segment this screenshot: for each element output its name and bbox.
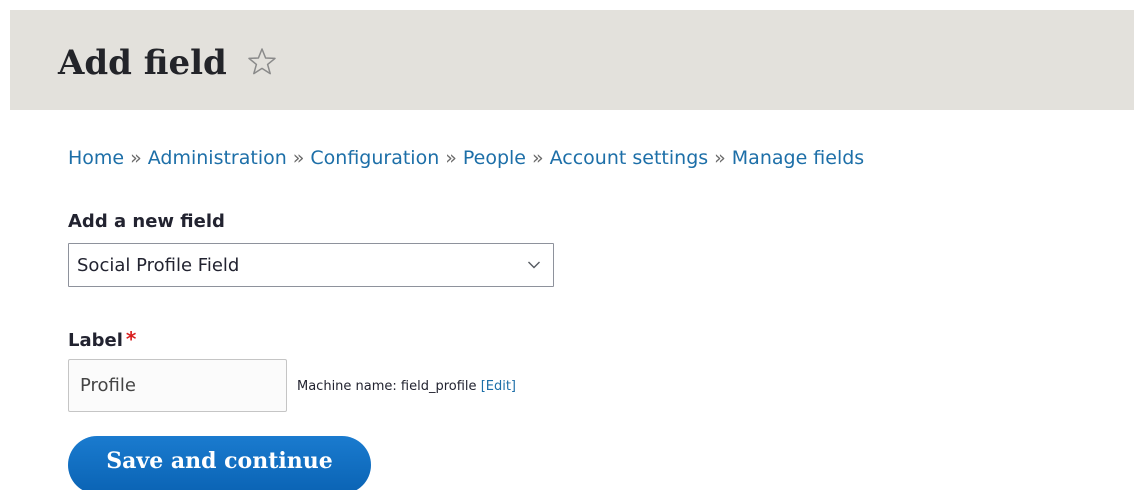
label-input[interactable]: [68, 359, 287, 412]
page-title: Add field: [58, 43, 227, 83]
chevron-down-icon: [528, 261, 540, 269]
breadcrumb-manage-fields[interactable]: Manage fields: [732, 147, 864, 169]
add-new-field-select[interactable]: Social Profile Field: [68, 243, 554, 287]
breadcrumb-separator: »: [130, 147, 142, 169]
label-field-text: Label: [68, 330, 123, 351]
breadcrumb-people[interactable]: People: [463, 147, 526, 169]
select-selected-value: Social Profile Field: [77, 255, 240, 276]
page: Add field Home» Administration» Configurat…: [0, 0, 1134, 490]
star-icon[interactable]: [246, 46, 278, 78]
breadcrumb-separator: »: [714, 147, 726, 169]
machine-name: Machine name: field_profile [Edit]: [297, 378, 516, 396]
breadcrumb-separator: »: [532, 147, 544, 169]
breadcrumb: Home» Administration» Configuration» People…: [68, 146, 864, 170]
breadcrumb-administration[interactable]: Administration: [148, 147, 287, 169]
breadcrumb-home[interactable]: Home: [68, 147, 124, 169]
breadcrumb-separator: »: [445, 147, 457, 169]
machine-name-text: Machine name: field_profile: [297, 379, 477, 394]
breadcrumb-separator: »: [292, 147, 305, 169]
add-new-field-label: Add a new field: [68, 211, 225, 232]
breadcrumb-account-settings[interactable]: Account settings: [550, 147, 709, 169]
required-marker: *: [125, 327, 137, 351]
breadcrumb-configuration[interactable]: Configuration: [310, 147, 439, 169]
machine-name-edit-link[interactable]: [Edit]: [481, 379, 516, 394]
label-field-label: Label *: [68, 328, 136, 352]
save-and-continue-button[interactable]: Save and continue: [68, 436, 371, 490]
